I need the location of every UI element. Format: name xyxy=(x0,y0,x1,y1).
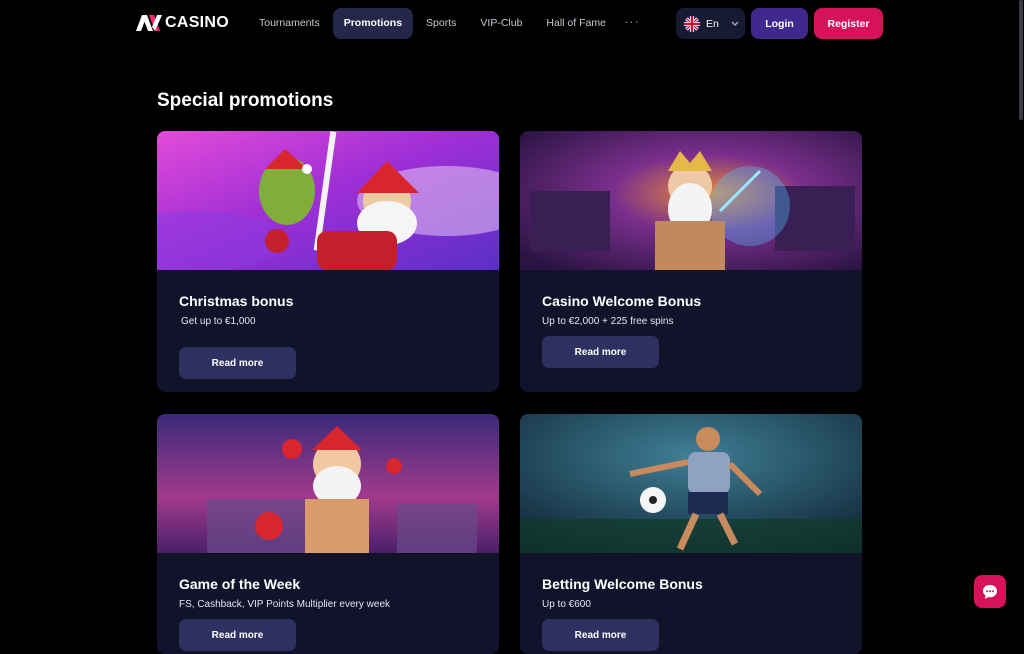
promo-card-betting-welcome[interactable]: Betting Welcome Bonus Up to €600 Read mo… xyxy=(520,414,862,654)
promo-title: Betting Welcome Bonus xyxy=(542,576,703,592)
nav-more-button[interactable]: ··· xyxy=(619,8,645,39)
login-button[interactable]: Login xyxy=(751,8,808,39)
page-scrollbar[interactable] xyxy=(1019,0,1023,120)
promo-title: Game of the Week xyxy=(179,576,301,592)
logo-text: CASINO xyxy=(165,14,230,31)
uk-flag-icon xyxy=(684,15,700,32)
promo-subtitle: Up to €2,000 + 225 free spins xyxy=(542,316,674,327)
promo-subtitle: Get up to €1,000 xyxy=(181,316,256,327)
nav-tournaments[interactable]: Tournaments xyxy=(248,8,331,39)
site-header: CASINO Tournaments Promotions Sports VIP… xyxy=(0,0,1024,48)
read-more-button[interactable]: Read more xyxy=(542,619,659,651)
promo-title: Christmas bonus xyxy=(179,293,294,309)
promo-subtitle: FS, Cashback, VIP Points Multiplier ever… xyxy=(179,599,391,610)
read-more-button[interactable]: Read more xyxy=(542,336,659,368)
promo-image-betting-welcome xyxy=(520,414,862,553)
promo-title: Casino Welcome Bonus xyxy=(542,293,702,309)
chat-support-button[interactable] xyxy=(974,575,1006,608)
promo-card-christmas-bonus[interactable]: Christmas bonus Get up to €1,000 Read mo… xyxy=(157,131,499,392)
promo-card-game-of-the-week[interactable]: Game of the Week FS, Cashback, VIP Point… xyxy=(157,414,499,654)
nav-vip-club[interactable]: VIP-Club xyxy=(469,8,533,39)
main-nav: Tournaments Promotions Sports VIP-Club H… xyxy=(248,8,645,39)
nav-sports[interactable]: Sports xyxy=(415,8,467,39)
promo-image-casino-welcome xyxy=(520,131,862,270)
promo-image-christmas xyxy=(157,131,499,270)
register-button[interactable]: Register xyxy=(814,8,883,39)
promo-subtitle: Up to €600 xyxy=(542,599,591,610)
page-title: Special promotions xyxy=(157,90,334,111)
promo-image-game-of-week xyxy=(157,414,499,553)
nav-promotions[interactable]: Promotions xyxy=(332,8,414,39)
chevron-down-icon xyxy=(731,21,739,26)
read-more-button[interactable]: Read more xyxy=(179,347,296,379)
nav-hall-of-fame[interactable]: Hall of Fame xyxy=(535,8,617,39)
chat-bubble-icon xyxy=(983,584,997,599)
language-label: En xyxy=(706,17,719,30)
site-logo[interactable]: CASINO xyxy=(136,14,229,32)
language-selector[interactable]: En xyxy=(676,8,745,39)
promo-card-casino-welcome[interactable]: Casino Welcome Bonus Up to €2,000 + 225 … xyxy=(520,131,862,392)
logo-mark-icon xyxy=(136,15,162,31)
read-more-button[interactable]: Read more xyxy=(179,619,296,651)
